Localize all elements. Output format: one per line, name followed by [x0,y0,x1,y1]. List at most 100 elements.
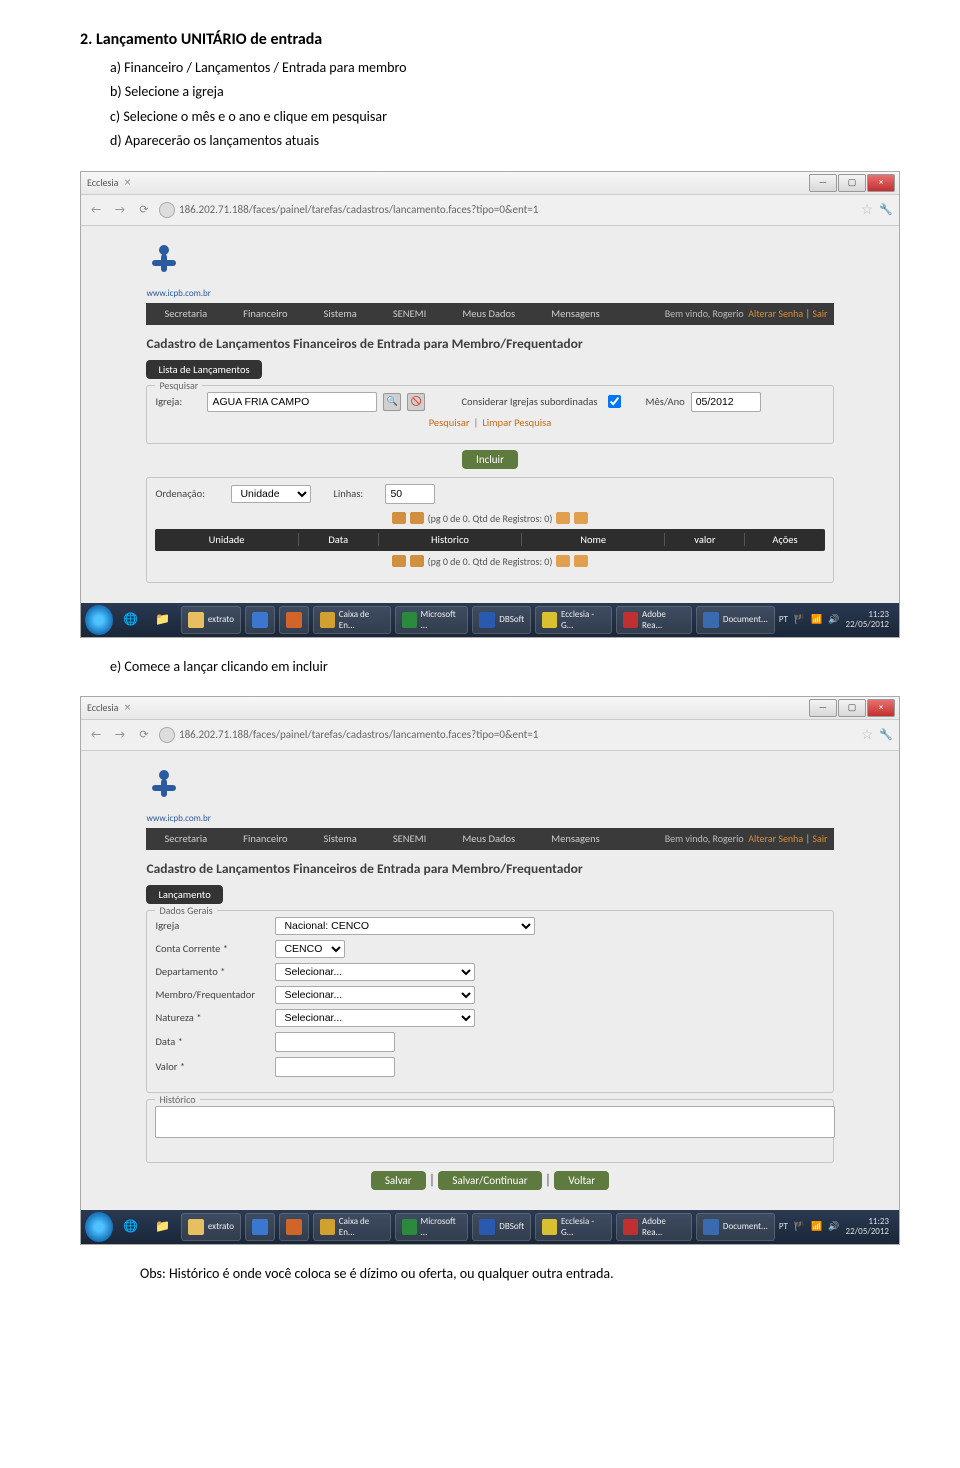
maximize-button[interactable]: ▢ [838,174,866,192]
pager-next-icon[interactable] [556,555,570,567]
nav-meusdados[interactable]: Meus Dados [444,307,533,320]
nav-secretaria[interactable]: Secretaria [146,307,225,320]
task-app[interactable]: extrato [181,606,241,634]
minimize-button[interactable]: — [809,174,837,192]
valor-input[interactable] [275,1057,395,1077]
pager-last-icon[interactable] [574,555,588,567]
igreja-select[interactable]: Nacional: CENCO [275,917,535,935]
bookmark-icon[interactable]: ☆ [861,201,874,218]
url-text[interactable]: 186.202.71.188/faces/painel/tarefas/cada… [179,203,538,216]
minimize-button[interactable]: — [809,699,837,717]
clock[interactable]: 11:23 22/05/2012 [846,1217,895,1237]
forward-icon[interactable]: → [111,726,129,744]
ie-icon[interactable]: 🌐 [117,607,145,633]
site-logo[interactable]: www.icpb.com.br [146,226,833,303]
nav-senemi[interactable]: SENEMI [375,832,444,845]
lang-indicator[interactable]: PT [779,614,788,625]
task-app[interactable]: extrato [181,1213,241,1241]
task-app[interactable]: Microsoft ... [395,606,469,634]
browser-tab[interactable]: Ecclesia [87,176,118,189]
tray-network-icon[interactable]: 📶 [811,1221,822,1232]
task-app[interactable] [245,1213,275,1241]
nav-financeiro[interactable]: Financeiro [225,307,305,320]
task-app[interactable]: DBSoft [472,1213,531,1241]
back-icon[interactable]: ← [87,201,105,219]
close-tab-icon[interactable]: × [124,176,130,190]
mesano-input[interactable] [691,392,761,412]
considerar-checkbox[interactable] [608,395,621,408]
nav-financeiro[interactable]: Financeiro [225,832,305,845]
start-button[interactable] [85,1212,113,1242]
task-app[interactable]: Microsoft ... [395,1213,469,1241]
task-app[interactable]: Caixa de En... [313,606,391,634]
nav-meusdados[interactable]: Meus Dados [444,832,533,845]
tab-lista[interactable]: Lista de Lançamentos [146,360,261,379]
sair-link[interactable]: Sair [812,307,827,320]
conta-select[interactable]: CENCO [275,940,345,958]
wrench-icon[interactable]: 🔧 [879,728,893,741]
start-button[interactable] [85,605,113,635]
linhas-input[interactable] [385,484,435,504]
task-app[interactable]: Adobe Rea... [616,1213,692,1241]
ordenacao-select[interactable]: Unidade [231,485,311,503]
natureza-select[interactable]: Selecionar... [275,1009,475,1027]
tab-lancamento[interactable]: Lançamento [146,885,222,904]
close-button[interactable]: × [867,699,895,717]
reload-icon[interactable]: ⟳ [135,201,153,219]
task-app[interactable] [245,606,275,634]
nav-secretaria[interactable]: Secretaria [146,832,225,845]
nav-mensagens[interactable]: Mensagens [533,307,618,320]
alterar-senha-link[interactable]: Alterar Senha [748,832,803,845]
lang-indicator[interactable]: PT [779,1221,788,1232]
alterar-senha-link[interactable]: Alterar Senha [748,307,803,320]
task-app[interactable]: Ecclesia - G... [535,1213,612,1241]
wrench-icon[interactable]: 🔧 [879,203,893,216]
pager-last-icon[interactable] [574,512,588,524]
igreja-input[interactable] [207,392,377,412]
folder-icon[interactable]: 📁 [149,607,177,633]
clock[interactable]: 11:23 22/05/2012 [846,610,895,630]
task-app[interactable]: Caixa de En... [313,1213,391,1241]
task-app[interactable] [279,1213,309,1241]
nav-sistema[interactable]: Sistema [306,307,375,320]
browser-tab[interactable]: Ecclesia [87,701,118,714]
pager-prev-icon[interactable] [410,512,424,524]
task-app[interactable]: Document... [696,1213,775,1241]
nav-senemi[interactable]: SENEMI [375,307,444,320]
pager-next-icon[interactable] [556,512,570,524]
task-app[interactable]: Document... [696,606,775,634]
forward-icon[interactable]: → [111,201,129,219]
salvar-button[interactable]: Salvar [371,1171,426,1190]
close-tab-icon[interactable]: × [124,701,130,715]
task-app[interactable] [279,606,309,634]
nav-mensagens[interactable]: Mensagens [533,832,618,845]
tray-flag-icon[interactable]: 🏴 [794,614,805,625]
task-app[interactable]: Ecclesia - G... [535,606,612,634]
task-app[interactable]: Adobe Rea... [616,606,692,634]
sair-link[interactable]: Sair [812,832,827,845]
tray-flag-icon[interactable]: 🏴 [794,1221,805,1232]
task-app[interactable]: DBSoft [472,606,531,634]
historico-input[interactable] [155,1106,834,1138]
tray-volume-icon[interactable]: 🔊 [828,1221,839,1232]
back-icon[interactable]: ← [87,726,105,744]
pager-first-icon[interactable] [392,512,406,524]
membro-select[interactable]: Selecionar... [275,986,475,1004]
bookmark-icon[interactable]: ☆ [861,726,874,743]
reload-icon[interactable]: ⟳ [135,726,153,744]
salvar-continuar-button[interactable]: Salvar/Continuar [438,1171,541,1190]
clear-icon[interactable]: 🚫 [407,393,425,411]
voltar-button[interactable]: Voltar [554,1171,609,1190]
nav-sistema[interactable]: Sistema [306,832,375,845]
site-logo[interactable]: www.icpb.com.br [146,751,833,828]
url-text[interactable]: 186.202.71.188/faces/painel/tarefas/cada… [179,728,538,741]
data-input[interactable] [275,1032,395,1052]
tray-network-icon[interactable]: 📶 [811,614,822,625]
incluir-button[interactable]: Incluir [462,450,518,469]
search-icon[interactable]: 🔍 [383,393,401,411]
pager-first-icon[interactable] [392,555,406,567]
limpar-link[interactable]: Limpar Pesquisa [482,416,551,429]
folder-icon[interactable]: 📁 [149,1214,177,1240]
maximize-button[interactable]: ▢ [838,699,866,717]
pager-prev-icon[interactable] [410,555,424,567]
